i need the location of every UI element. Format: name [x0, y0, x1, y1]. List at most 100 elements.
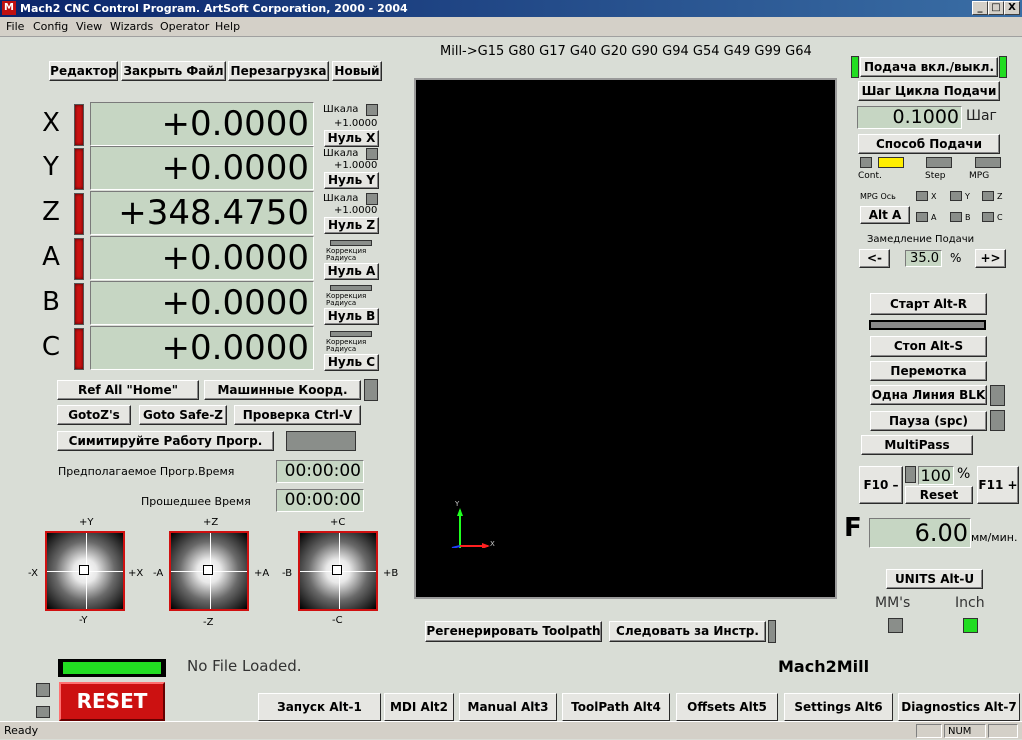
z-dro[interactable]: +348.4750: [90, 191, 314, 235]
b-dro[interactable]: +0.0000: [90, 281, 314, 325]
new-button[interactable]: Новый: [332, 61, 382, 81]
slow-jog-value[interactable]: 35.0: [905, 250, 942, 267]
slow-jog-down-button[interactable]: <-: [859, 249, 890, 268]
load-progress-fill: [63, 662, 161, 674]
feed-up-button[interactable]: F11 +: [977, 466, 1019, 504]
tab-mdi[interactable]: MDI Alt2: [384, 693, 454, 721]
multipass-button[interactable]: MultiPass: [861, 435, 973, 455]
jog-pad-bc[interactable]: [298, 531, 378, 611]
menu-config[interactable]: Config: [33, 17, 68, 37]
menu-wizards[interactable]: Wizards: [110, 17, 153, 37]
feed-down-button[interactable]: F10 –: [859, 466, 903, 504]
jog-plus-c-label: +C: [330, 517, 346, 528]
machine-coords-button[interactable]: Машинные Коорд.: [204, 380, 361, 400]
rewind-button[interactable]: Перемотка: [870, 361, 987, 381]
y-scale-label: Шкала: [323, 148, 359, 159]
y-dro[interactable]: +0.0000: [90, 146, 314, 190]
reload-button[interactable]: Перезагрузка: [228, 61, 329, 81]
check-program-button[interactable]: Проверка Ctrl-V: [234, 405, 361, 425]
y-scale-value: +1.0000: [334, 160, 378, 171]
mpg-b-led: [950, 212, 962, 222]
step-cycle-button[interactable]: Шаг Цикла Подачи: [858, 81, 1000, 101]
axis-label-y: Y: [43, 152, 59, 182]
close-button[interactable]: X: [1004, 1, 1020, 15]
window-title: Mach2 CNC Control Program. ArtSoft Corpo…: [20, 2, 408, 15]
menu-help[interactable]: Help: [215, 17, 240, 37]
editor-button[interactable]: Редактор: [49, 61, 118, 81]
x-dro[interactable]: +0.0000: [90, 102, 314, 146]
slow-jog-up-button[interactable]: +>: [975, 249, 1006, 268]
ref-all-home-button[interactable]: Ref All "Home": [57, 380, 199, 400]
a-dro[interactable]: +0.0000: [90, 236, 314, 280]
gotoz-button[interactable]: GotoZ's: [57, 405, 131, 425]
elapsed-time-label: Прошедшее Время: [141, 495, 251, 508]
b-ref-led: [74, 283, 84, 325]
step-value[interactable]: 0.1000: [857, 106, 962, 129]
tab-settings[interactable]: Settings Alt6: [784, 693, 893, 721]
mpg-c-label: C: [997, 213, 1003, 222]
cycle-start-button[interactable]: Старт Alt-R: [870, 293, 987, 315]
cont-led: [878, 157, 904, 168]
status-led-1: [36, 683, 50, 697]
pause-button[interactable]: Пауза (spc): [870, 411, 987, 431]
jog-mode-button[interactable]: Способ Подачи: [858, 134, 1000, 154]
estimated-time-value: 00:00:00: [276, 460, 364, 483]
follow-tool-button[interactable]: Следовать за Инстр.: [609, 621, 766, 642]
feed-rate-value: 6.00: [869, 518, 971, 548]
mpg-x-label: X: [931, 192, 937, 201]
minimize-button[interactable]: _: [972, 1, 988, 15]
elapsed-time-value: 00:00:00: [276, 489, 364, 512]
zero-x-button[interactable]: Нуль X: [324, 130, 379, 147]
units-inch-label: Inch: [955, 595, 985, 611]
zero-z-button[interactable]: Нуль Z: [324, 217, 379, 234]
jog-pad-xy[interactable]: [45, 531, 125, 611]
toolpath-display[interactable]: Y X: [414, 78, 837, 599]
feed-override-led: [905, 466, 916, 483]
zero-y-button[interactable]: Нуль Y: [324, 172, 379, 189]
alt-a-button[interactable]: Alt A: [860, 206, 910, 224]
c-dro[interactable]: +0.0000: [90, 326, 314, 370]
zero-b-button[interactable]: Нуль B: [324, 308, 379, 325]
status-pane-3: [988, 724, 1018, 738]
zero-a-button[interactable]: Нуль A: [324, 263, 379, 280]
units-button[interactable]: UNITS Alt-U: [886, 569, 983, 589]
simulate-led: [286, 431, 356, 451]
jog-pad-za[interactable]: [169, 531, 249, 611]
jog-plus-z-label: +Z: [203, 517, 219, 528]
menu-view[interactable]: View: [76, 17, 102, 37]
single-block-button[interactable]: Одна Линия BLK: [870, 385, 987, 405]
tab-program-run[interactable]: Запуск Alt-1: [258, 693, 381, 721]
feed-f-label: F: [844, 513, 862, 543]
menu-file[interactable]: File: [6, 17, 24, 37]
feed-rate-unit: мм/мин.: [971, 531, 1018, 544]
cycle-stop-button[interactable]: Стоп Alt-S: [870, 336, 987, 357]
menu-operator[interactable]: Operator: [160, 17, 209, 37]
maximize-button[interactable]: □: [988, 1, 1004, 15]
goto-safe-z-button[interactable]: Goto Safe-Z: [139, 405, 227, 425]
tab-toolpath[interactable]: ToolPath Alt4: [562, 693, 670, 721]
jog-toggle-button[interactable]: Подача вкл./выкл.: [860, 57, 998, 77]
mode-step-label: Step: [925, 171, 946, 181]
mode-cont-label: Cont.: [858, 171, 882, 181]
tab-offsets[interactable]: Offsets Alt5: [676, 693, 778, 721]
feed-override-value[interactable]: 100: [918, 466, 954, 485]
status-bar: Ready NUM: [0, 721, 1022, 739]
estimated-time-label: Предполагаемое Прогр.Время: [58, 465, 235, 478]
axis-label-z: Z: [42, 197, 60, 227]
tab-manual[interactable]: Manual Alt3: [459, 693, 557, 721]
close-file-button[interactable]: Закрыть Файл: [121, 61, 226, 81]
feed-override-unit: %: [957, 466, 971, 482]
zero-c-button[interactable]: Нуль C: [324, 354, 379, 371]
feed-reset-button[interactable]: Reset: [905, 486, 973, 504]
regenerate-toolpath-button[interactable]: Регенерировать Toolpath: [425, 621, 602, 642]
mpg-y-label: Y: [965, 192, 970, 201]
tab-diagnostics[interactable]: Diagnostics Alt-7: [898, 693, 1020, 721]
reset-button[interactable]: RESET: [59, 682, 165, 721]
status-text: Ready: [4, 724, 39, 737]
x-scale-label: Шкала: [323, 104, 359, 115]
simulate-program-button[interactable]: Симитируйте Работу Прогр.: [57, 431, 274, 451]
jog-center-icon: [332, 565, 342, 575]
b-corr-led: [330, 285, 372, 291]
follow-tool-led: [768, 620, 776, 643]
cycle-start-led: [869, 320, 986, 330]
